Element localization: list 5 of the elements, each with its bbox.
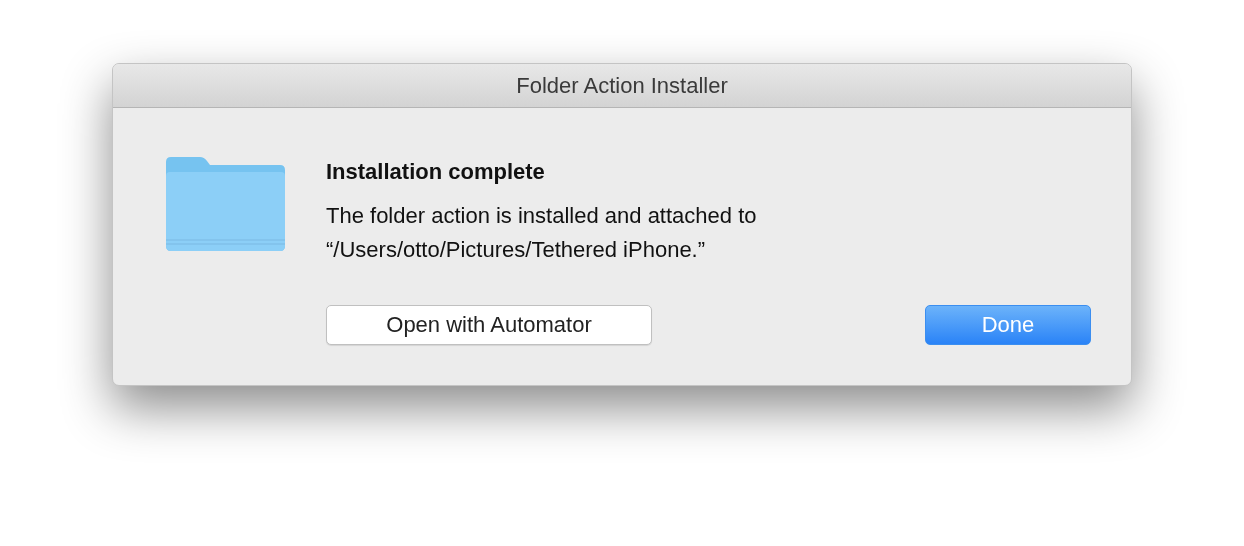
folder-icon (164, 156, 286, 252)
open-button[interactable]: Open with Automator (326, 305, 652, 345)
dialog-message: The folder action is installed and attached to “/Users/otto/Pictures/Tethered iPhone.” (326, 202, 758, 264)
window-title: Folder Action Installer (516, 72, 728, 99)
dialog-heading: Installation complete (326, 159, 546, 185)
